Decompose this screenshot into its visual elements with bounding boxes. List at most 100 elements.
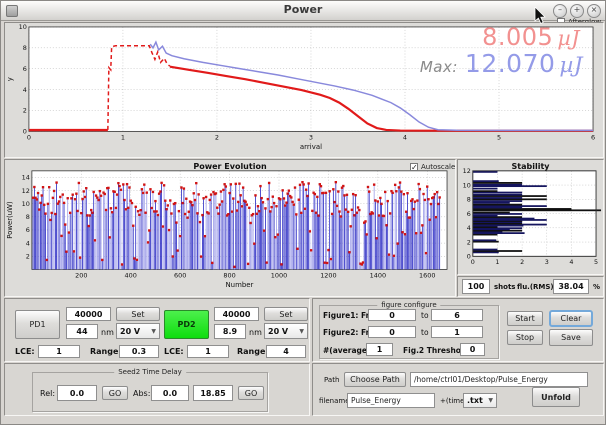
clear-button[interactable]: Clear xyxy=(549,310,593,327)
energy-unit: µJ xyxy=(557,26,580,50)
rel-delay-field[interactable] xyxy=(57,385,97,401)
svg-text:1: 1 xyxy=(495,258,499,266)
pd1-wavelength-field[interactable] xyxy=(66,324,98,339)
pd1-range-label: Range: xyxy=(90,347,122,356)
pd1-range-field[interactable] xyxy=(119,345,159,358)
close-icon[interactable]: × xyxy=(587,4,601,18)
pd2-wavelength-field[interactable] xyxy=(214,324,246,339)
fig2-threshold-field[interactable] xyxy=(460,343,485,356)
svg-text:2: 2 xyxy=(467,238,471,246)
pd2-lce-field[interactable] xyxy=(187,345,229,358)
energy-value: 8.005 xyxy=(482,23,553,51)
autoscale-checkbox-box[interactable]: ✓ xyxy=(410,163,418,171)
svg-text:12: 12 xyxy=(22,187,30,195)
maximize-icon[interactable]: + xyxy=(570,4,584,18)
pd1-counts-field[interactable] xyxy=(66,307,111,321)
svg-text:y: y xyxy=(6,77,14,81)
titlebar[interactable]: Power – + × xyxy=(1,1,605,21)
chevron-down-icon: ▼ xyxy=(488,397,493,404)
figure-config-title: figure configure xyxy=(377,301,440,309)
fig2-to-field[interactable] xyxy=(431,326,483,338)
power-evolution-chart: 20040060080010001200140016002468101214Nu… xyxy=(5,160,455,296)
extension-dropdown[interactable]: .txt▼ xyxy=(463,393,497,408)
abs-go-button[interactable]: GO xyxy=(238,386,264,400)
scope-trace-panel: 01234560246810arrivaly 8.005µJ Max:12.07… xyxy=(4,22,604,158)
max-energy-readout: Max:12.070µJ xyxy=(420,49,583,78)
pd1-lce-label: LCE: xyxy=(15,347,35,356)
app-window: Power – + × Afterglow 01234560246810arri… xyxy=(0,0,606,425)
filename-field[interactable] xyxy=(347,393,435,408)
svg-text:10: 10 xyxy=(19,23,27,31)
app-icon xyxy=(6,5,18,17)
pd1-voltage-dropdown[interactable]: 20 V▼ xyxy=(116,323,160,339)
pd2-button[interactable]: PD2 xyxy=(164,310,209,339)
svg-text:5: 5 xyxy=(497,133,501,141)
stability-chart: 012345024681012 xyxy=(458,160,603,274)
svg-text:8: 8 xyxy=(26,213,30,221)
svg-text:3: 3 xyxy=(545,258,549,266)
minimize-icon[interactable]: – xyxy=(553,4,567,18)
fig2-to-label: to xyxy=(421,328,429,337)
svg-text:4: 4 xyxy=(403,133,407,141)
percent-label: % xyxy=(593,283,600,291)
power-evolution-panel: Power Evolution ✓ Autoscale 200400600800… xyxy=(4,159,456,297)
svg-text:6: 6 xyxy=(23,65,27,73)
svg-text:0: 0 xyxy=(467,253,471,261)
pd2-lce-label: LCE: xyxy=(164,347,184,356)
save-button[interactable]: Save xyxy=(549,329,593,346)
chevron-down-icon: ▼ xyxy=(299,328,304,335)
autoscale-checkbox[interactable]: ✓ Autoscale xyxy=(410,163,455,171)
svg-text:6: 6 xyxy=(467,210,471,218)
svg-text:200: 200 xyxy=(75,271,87,279)
fig1-to-label: to xyxy=(421,311,429,320)
stability-panel: Stability 012345024681012 xyxy=(457,159,604,275)
pd1-button[interactable]: PD1 xyxy=(15,310,60,339)
svg-text:6: 6 xyxy=(26,226,30,234)
shots-label: shots xyxy=(494,283,515,291)
svg-text:2: 2 xyxy=(215,133,219,141)
svg-text:1000: 1000 xyxy=(271,271,287,279)
pd2-range-field[interactable] xyxy=(266,345,306,358)
pd2-set-button[interactable]: Set xyxy=(264,307,308,321)
max-unit: µJ xyxy=(559,53,583,78)
svg-text:2: 2 xyxy=(520,258,524,266)
abs-delay-field[interactable] xyxy=(151,385,189,401)
fig1-to-field[interactable] xyxy=(431,309,483,321)
pd1-nm-label: nm xyxy=(101,328,114,337)
average-field[interactable] xyxy=(366,343,393,356)
pd1-set-button[interactable]: Set xyxy=(116,307,160,321)
figure-config-outer-panel: figure configure Figure1: From to Figure… xyxy=(312,298,604,362)
svg-text:400: 400 xyxy=(125,271,137,279)
fig1-from-field[interactable] xyxy=(368,309,416,321)
svg-text:800: 800 xyxy=(223,271,235,279)
start-button[interactable]: Start xyxy=(507,311,543,326)
pd2-voltage-value: 20 V xyxy=(268,327,288,336)
path-file-panel: Path Choose Path filename +(time) .txt▼ … xyxy=(312,363,604,416)
pd2-counts-field[interactable] xyxy=(214,307,259,321)
pd2-range-label: Range: xyxy=(237,347,269,356)
pd1-lce-field[interactable] xyxy=(38,345,80,358)
rms-value-field[interactable] xyxy=(553,279,589,294)
svg-text:1: 1 xyxy=(121,133,125,141)
fig2-from-field[interactable] xyxy=(368,326,416,338)
rel-go-button[interactable]: GO xyxy=(102,386,128,400)
choose-path-button[interactable]: Choose Path xyxy=(344,372,406,387)
svg-text:4: 4 xyxy=(569,258,573,266)
svg-text:10: 10 xyxy=(463,181,471,189)
svg-text:0: 0 xyxy=(27,133,31,141)
stop-button[interactable]: Stop xyxy=(507,330,543,345)
seed2-title: Seed2 Time Delay xyxy=(114,368,186,376)
abs-position-field[interactable] xyxy=(193,385,233,401)
pd2-voltage-dropdown[interactable]: 20 V ▼ xyxy=(264,323,308,339)
svg-text:0: 0 xyxy=(471,258,475,266)
svg-text:600: 600 xyxy=(174,271,186,279)
svg-text:4: 4 xyxy=(467,224,471,232)
max-prefix: Max: xyxy=(420,58,458,76)
path-field[interactable] xyxy=(410,372,588,387)
rms-label: flu.(RMS): xyxy=(517,283,556,291)
abs-label: Abs: xyxy=(133,389,150,398)
seed2-outer-panel: Seed2 Time Delay Rel: GO Abs: GO xyxy=(4,363,310,416)
unfold-button[interactable]: Unfold xyxy=(532,387,580,407)
chevron-down-icon: ▼ xyxy=(151,328,156,335)
shots-count-field[interactable] xyxy=(462,279,490,294)
